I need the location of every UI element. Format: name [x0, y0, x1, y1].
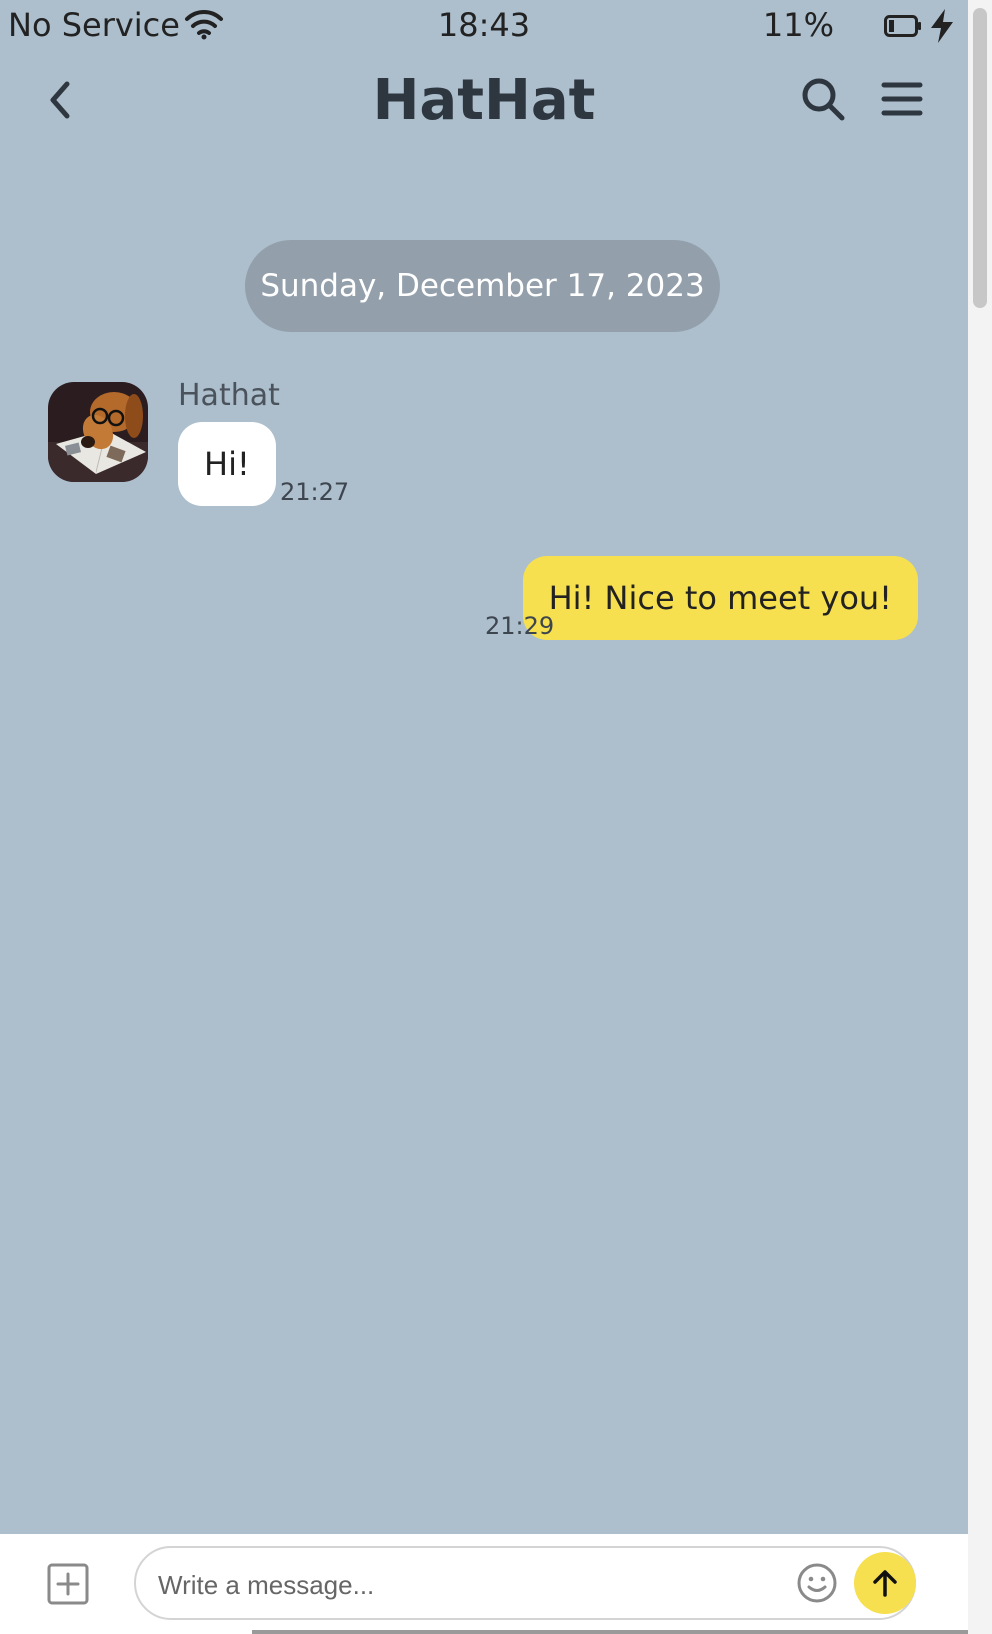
add-attachment-button[interactable]: [46, 1562, 90, 1606]
status-bar: No Service 18:43 11%: [0, 0, 968, 52]
message-composer: [0, 1534, 968, 1634]
outgoing-message-text: Hi! Nice to meet you!: [548, 579, 892, 617]
dachshund-with-glasses-avatar: [48, 382, 148, 482]
sender-name: Hathat: [178, 378, 280, 413]
battery-icon: [884, 15, 922, 41]
search-icon: [802, 78, 845, 121]
send-button[interactable]: [854, 1552, 916, 1614]
outgoing-message-time: 21:29: [485, 612, 555, 640]
message-input[interactable]: [156, 1560, 720, 1610]
emoji-icon: [797, 1563, 837, 1603]
search-button[interactable]: [800, 76, 846, 122]
date-separator: Sunday, December 17, 2023: [245, 240, 720, 332]
battery-percent: 11%: [762, 6, 834, 44]
page-scrollbar[interactable]: [968, 0, 992, 1634]
scrollbar-thumb[interactable]: [973, 8, 987, 308]
incoming-message-time: 21:27: [280, 478, 350, 506]
charging-bolt-icon: [928, 8, 956, 48]
menu-button[interactable]: [880, 78, 924, 120]
send-arrow-icon: [873, 1570, 897, 1597]
menu-icon: [881, 82, 923, 116]
incoming-message-text: Hi!: [204, 445, 250, 483]
add-attachment-icon: [47, 1563, 89, 1605]
home-indicator: [252, 1630, 968, 1634]
sender-avatar[interactable]: [48, 382, 148, 482]
outgoing-message-bubble[interactable]: Hi! Nice to meet you!: [522, 556, 918, 640]
nav-bar: HatHat: [0, 60, 968, 140]
emoji-button[interactable]: [796, 1562, 838, 1604]
incoming-message-bubble[interactable]: Hi!: [178, 422, 276, 506]
chat-screen: No Service 18:43 11% HatHat Sunday, Dece…: [0, 0, 968, 1634]
message-input-container: [134, 1546, 916, 1620]
